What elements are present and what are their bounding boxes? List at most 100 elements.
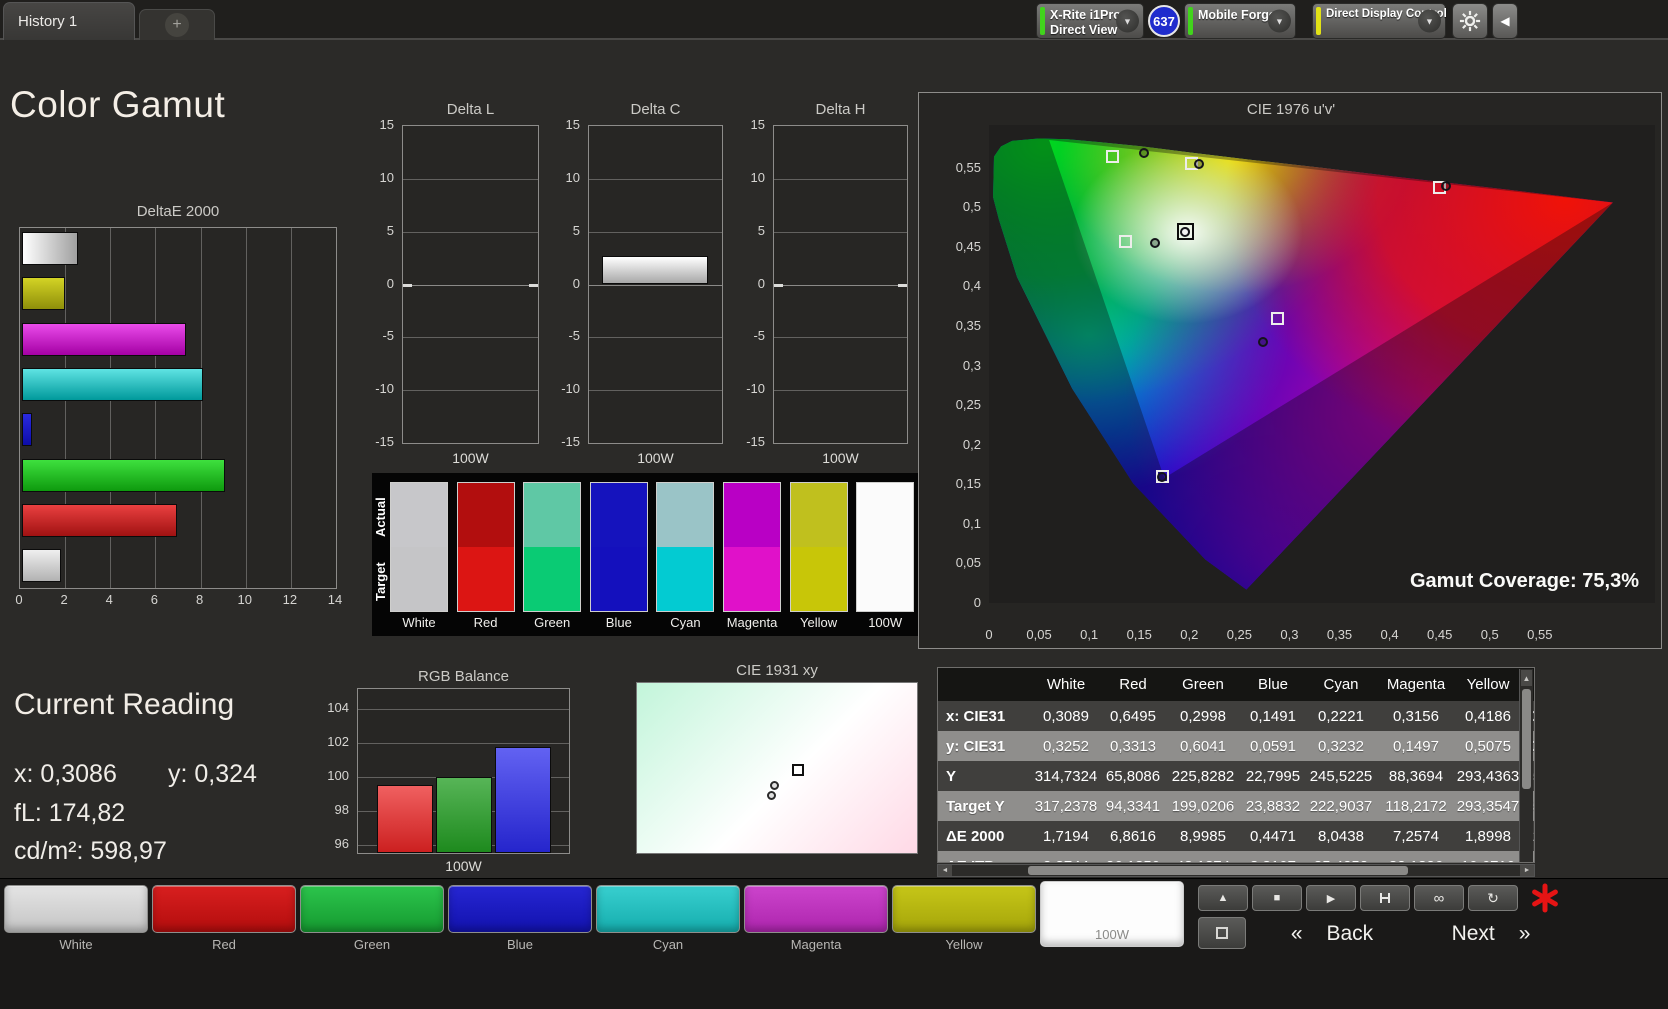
table-vertical-scrollbar[interactable]: ▲ — [1519, 669, 1533, 862]
actual-swatch — [857, 483, 914, 547]
measured-marker-1 — [766, 790, 776, 800]
gridline — [403, 337, 538, 339]
y-tick-label: -10 — [375, 381, 394, 397]
y-tick-label: 96 — [334, 835, 349, 851]
pattern-button-label: 100W — [1095, 927, 1129, 942]
gridline — [774, 178, 907, 180]
x-tick-label: 0,4 — [1380, 627, 1399, 642]
settings-button[interactable] — [1452, 3, 1488, 39]
scroll-up-button[interactable]: ▲ — [1198, 885, 1248, 911]
x-tick-label: 10 — [237, 592, 252, 607]
zero-tick-mark — [403, 283, 412, 287]
pattern-button-100w[interactable]: 100W — [1040, 881, 1184, 947]
delta_l-plot — [402, 125, 539, 444]
actual-swatch — [391, 483, 447, 547]
column-header: White — [1046, 676, 1086, 693]
gridline — [589, 390, 722, 392]
scroll-up-arrow-icon[interactable]: ▲ — [1521, 670, 1532, 686]
x-tick-label: 0,55 — [1527, 627, 1553, 642]
delta_h-y-axis: 15 10 5 0 -5 -10 -15 — [729, 117, 769, 449]
deltae-x-axis: 0 2 4 6 8 10 12 14 — [15, 592, 342, 608]
refresh-icon: ↻ — [1487, 889, 1499, 906]
table-cell: 0,0591 — [1250, 737, 1296, 755]
levels-button[interactable] — [1360, 885, 1410, 911]
delta_l-x-label: 100W — [452, 450, 489, 466]
collapse-panel-button[interactable]: ◀ — [1492, 3, 1518, 39]
table-cell: 0,2221 — [1318, 707, 1364, 725]
y-tick-label: 104 — [327, 700, 349, 716]
table-cell: 7,2574 — [1393, 827, 1439, 845]
pattern-button-red[interactable] — [152, 885, 296, 933]
row-label: Target Y — [946, 797, 1005, 815]
scrollbar-thumb[interactable] — [1522, 689, 1531, 789]
column-header: Green — [1182, 676, 1224, 693]
pattern-button-magenta[interactable] — [744, 885, 888, 933]
y-tick-label: 0,55 — [955, 159, 981, 175]
y-tick-label: 15 — [379, 117, 394, 132]
row-label: ΔE ITP — [938, 858, 1030, 863]
table-row: Target Y 317,2378 94,3341 199,0206 23,8832 22… — [938, 791, 1534, 821]
x-tick-label: 0,3 — [1280, 627, 1299, 642]
results-table: White Red Green Blue Cyan Magenta Yellow x: CIE… — [937, 667, 1535, 863]
cie1976-y-axis: 0 0,05 0,1 0,15 0,2 0,25 0,3 0,35 0,4 0,45 0,5 0,55 — [941, 125, 985, 610]
display-control-selector[interactable]: Direct Display Control ▼ — [1312, 3, 1447, 39]
scroll-left-arrow-icon[interactable]: ◄ — [938, 865, 952, 876]
chevron-down-icon[interactable]: ▼ — [1116, 9, 1139, 33]
gridline — [589, 231, 722, 233]
y-tick-label: 0 — [572, 275, 580, 291]
chevron-down-icon[interactable]: ▼ — [1268, 9, 1291, 33]
scroll-right-arrow-icon[interactable]: ► — [1520, 865, 1534, 876]
back-button[interactable]: « Back — [1256, 915, 1408, 953]
scrollbar-thumb[interactable] — [1028, 866, 1408, 875]
gridline — [200, 228, 202, 588]
source-selector[interactable]: Mobile Forge ▼ — [1184, 3, 1296, 39]
next-button[interactable]: Next » — [1420, 915, 1562, 953]
page-title: Color Gamut — [10, 84, 226, 125]
deltae-bar-100w — [22, 232, 79, 265]
continuous-read-icon: ∞ — [1433, 889, 1445, 907]
row-label: ΔE 2000 — [946, 827, 1005, 845]
app-window: History 1 + X-Rite i1Pro 3 Direct View ▼… — [0, 0, 1668, 1009]
gridline — [589, 284, 722, 286]
table-horizontal-scrollbar[interactable]: ◄ ► — [937, 864, 1535, 877]
column-header: Blue — [1257, 676, 1289, 693]
pattern-button-blue[interactable] — [448, 885, 592, 933]
gridline — [589, 337, 722, 339]
continuous-read-button[interactable]: ∞ — [1414, 885, 1464, 911]
gridline — [774, 284, 907, 286]
measured-marker-white — [1179, 227, 1190, 238]
table-cell: 2,3744 — [1030, 858, 1102, 863]
add-tab-button[interactable]: + — [139, 9, 215, 40]
play-button[interactable]: ▶ — [1306, 885, 1356, 911]
target-row-label: Target — [373, 562, 388, 602]
y-tick-label: -15 — [746, 434, 765, 449]
refresh-button[interactable]: ↻ — [1468, 885, 1518, 911]
pattern-button-green[interactable] — [300, 885, 444, 933]
row-label: Y — [946, 767, 957, 785]
cie1931-title: CIE 1931 xy — [736, 662, 818, 679]
pattern-button-white[interactable] — [4, 885, 148, 933]
y-tick-label: -5 — [568, 328, 580, 344]
stop-button[interactable]: ■ — [1252, 885, 1302, 911]
pattern-window-button[interactable] — [1198, 917, 1246, 949]
deltae-bar-yellow — [22, 277, 65, 311]
gear-icon — [1459, 10, 1481, 32]
tab-history-1[interactable]: History 1 — [3, 2, 135, 40]
table-row: y: CIE31 0,3252 0,3313 0,6041 0,0591 0,3232 0,… — [938, 731, 1534, 761]
chevron-down-icon[interactable]: ▼ — [1418, 9, 1441, 33]
reading-x-value: x: 0,3086 — [14, 760, 117, 788]
y-tick-label: 0 — [386, 275, 394, 291]
y-tick-label: -5 — [753, 328, 765, 344]
swatch-label: Blue — [605, 615, 632, 630]
y-tick-label: 5 — [572, 222, 580, 238]
pattern-button-yellow[interactable] — [892, 885, 1036, 933]
gridline — [589, 178, 722, 180]
meter-count-badge: 637 — [1148, 5, 1180, 37]
zero-tick-mark — [529, 283, 538, 287]
x-tick-label: 6 — [150, 592, 159, 607]
target-marker-green — [1106, 149, 1120, 163]
y-tick-label: -5 — [382, 328, 394, 344]
table-cell: 32,1326 — [1378, 858, 1454, 863]
pattern-button-cyan[interactable] — [596, 885, 740, 933]
meter-selector[interactable]: X-Rite i1Pro 3 Direct View ▼ — [1036, 3, 1144, 39]
